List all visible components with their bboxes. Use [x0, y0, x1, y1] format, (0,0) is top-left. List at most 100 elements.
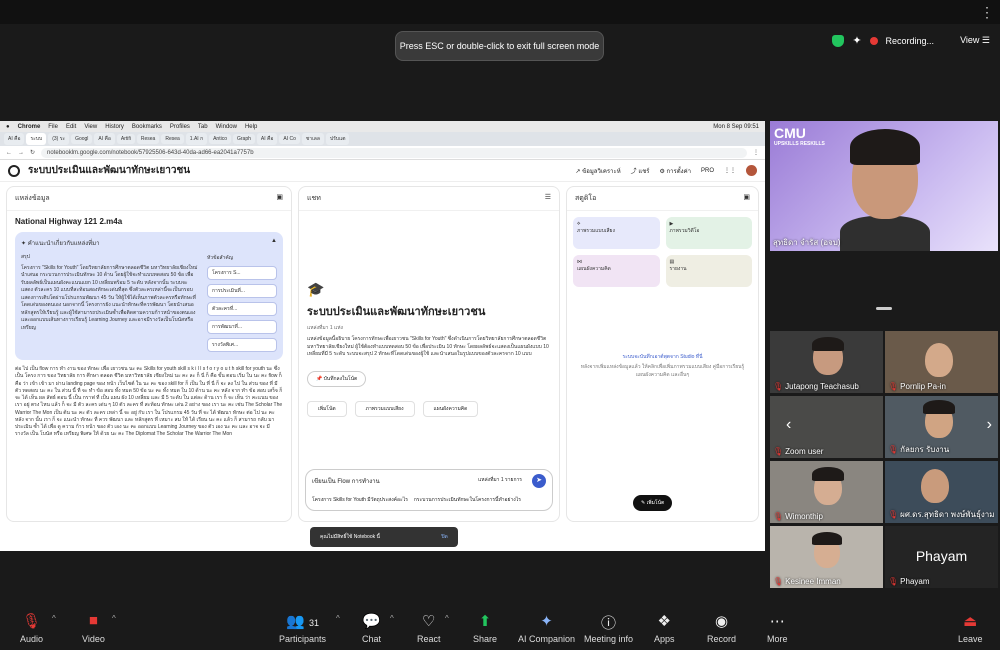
participant-tile[interactable]: ‹ 🎙 Zoom user — [770, 396, 883, 458]
video-button[interactable]: ■ Video — [82, 612, 105, 644]
suggested-question[interactable]: กระบวนการประเมินทักษะในโครงการนี้ทำอย่าง… — [414, 496, 521, 504]
mind-map-card[interactable]: ⋈ แผนผังความคิด — [573, 255, 660, 287]
menu-help[interactable]: Help — [245, 124, 257, 130]
participants-options-caret[interactable]: ^ — [336, 614, 340, 623]
menu-view[interactable]: View — [84, 124, 97, 130]
browser-tab[interactable]: ปรับแต — [325, 133, 350, 145]
browser-tab[interactable]: Resea — [136, 134, 160, 144]
menu-history[interactable]: History — [105, 124, 124, 130]
video-options-caret[interactable]: ^ — [112, 614, 116, 623]
avatar[interactable] — [746, 165, 757, 176]
browser-tab[interactable]: Resea — [161, 134, 184, 144]
back-icon[interactable]: ← — [6, 150, 12, 156]
gallery-prev-icon[interactable]: ‹ — [786, 416, 791, 434]
guide-toggle[interactable]: ✦ คำแนะนำเกี่ยวกับแหล่งที่มา — [21, 238, 99, 248]
add-note-button[interactable]: ✎ เพิ่มโน้ต — [633, 495, 673, 511]
menu-file[interactable]: File — [48, 124, 58, 130]
forward-icon[interactable]: → — [18, 150, 24, 156]
participants-button[interactable]: 👥 31 Participants — [279, 612, 326, 644]
share-button[interactable]: ⤴ แชร์ — [631, 166, 650, 176]
suggested-question[interactable]: โครงการ Skills for Youth มีวัตถุประสงค์อ… — [312, 496, 408, 504]
meeting-info-button[interactable]: ⓘ Meeting info — [584, 612, 633, 644]
topic-chip[interactable]: รางวัลพิเศ... — [207, 338, 277, 352]
video-overview-card[interactable]: ▶ ภาพรวมวิดีโอ — [665, 217, 752, 249]
participant-tile[interactable]: 🎙 Pornlip Pa-in — [885, 331, 998, 393]
app-name[interactable]: Chrome — [18, 124, 41, 130]
browser-tab[interactable]: Artifi — [116, 134, 135, 144]
ai-companion-icon[interactable]: ✦ — [852, 34, 861, 47]
browser-tab[interactable]: AI คือ — [256, 133, 278, 145]
browser-tab[interactable]: AI Co — [279, 134, 300, 144]
composer-text[interactable]: เขียนเป็น Flow การทำงาน — [312, 479, 380, 485]
topic-chip[interactable]: โครงการ S... — [207, 266, 277, 280]
graduation-cap-icon: 🎓 — [307, 281, 325, 297]
audio-overview-card[interactable]: ⟡ ภาพรวมแบบเสียง — [573, 217, 660, 249]
participant-tile[interactable]: 🎙 Wimonthip — [770, 461, 883, 523]
browser-tab[interactable]: ชาเลล — [301, 133, 324, 145]
apps-button[interactable]: ❖ Apps — [654, 612, 675, 644]
notebook-title[interactable]: ระบบประเมินและพัฒนาทักษะเยาวชน — [28, 163, 190, 178]
settings-button[interactable]: ⚙ การตั้งค่า — [660, 166, 691, 176]
browser-tab[interactable]: (3) ระ — [48, 133, 70, 145]
audio-button[interactable]: 🎙 Audio — [20, 612, 43, 644]
toast-close-button[interactable]: ปิด — [441, 534, 447, 540]
browser-tab[interactable]: Googl — [71, 134, 93, 144]
leave-button[interactable]: ⏏ Leave — [958, 612, 983, 644]
more-options-icon[interactable]: ⋮ — [980, 4, 994, 21]
collapse-panel-icon[interactable]: ▣ — [743, 193, 750, 204]
browser-tab-active[interactable]: ระบบ — [26, 133, 47, 145]
mind-map-chip[interactable]: แผนผังความคิด — [422, 400, 479, 417]
apple-icon[interactable]: ● — [6, 124, 10, 130]
collapse-panel-icon[interactable]: ▣ — [276, 193, 283, 204]
share-button[interactable]: ⬆ Share — [473, 612, 497, 644]
participant-tile[interactable]: 🎙 Jutapong Teachasub — [770, 331, 883, 393]
report-card[interactable]: ▤ รายงาน — [665, 255, 752, 287]
tune-icon[interactable]: ☰ — [545, 193, 551, 204]
react-options-caret[interactable]: ^ — [445, 614, 449, 623]
browser-tab[interactable]: 1.AI ก — [185, 133, 208, 145]
audio-overview-chip[interactable]: ภาพรวมแบบเสียง — [354, 400, 415, 417]
topic-chip[interactable]: การพัฒนาที่... — [207, 320, 277, 334]
extensions-icon[interactable]: ⋮ — [753, 149, 759, 156]
participant-tile[interactable]: 🎙 ผศ.ดร.สุทธิดา พงษ์พันธุ์งาม — [885, 461, 998, 523]
gallery-scroll-indicator[interactable] — [876, 307, 892, 310]
menu-edit[interactable]: Edit — [66, 124, 76, 130]
reload-icon[interactable]: ↻ — [30, 149, 35, 156]
audio-options-caret[interactable]: ^ — [52, 614, 56, 623]
react-button[interactable]: ♡ React — [417, 612, 441, 644]
chevron-up-icon[interactable]: ▲ — [271, 238, 277, 248]
participant-tile[interactable]: › 🎙 กัลยกร รับงาน — [885, 396, 998, 458]
banner-text: Press ESC or double-click to exit full s… — [399, 41, 600, 51]
save-to-note-button[interactable]: 📌 บันทึกลงในโน้ต — [307, 370, 367, 387]
browser-tab[interactable]: AI คือ — [94, 133, 115, 145]
recording-label[interactable]: Recording... — [886, 36, 935, 46]
send-icon[interactable]: ➤ — [532, 474, 546, 488]
view-button[interactable]: View ☰ — [960, 35, 990, 46]
add-note-chip[interactable]: เพิ่มโน้ต — [307, 400, 347, 417]
participant-tile[interactable]: 🎙 Kesinee Imman — [770, 526, 883, 588]
chat-composer[interactable]: เขียนเป็น Flow การทำงาน แหล่งที่มา 1 ราย… — [305, 469, 553, 511]
menu-profiles[interactable]: Profiles — [170, 124, 190, 130]
topic-chip[interactable]: การประเมินที่... — [207, 284, 277, 298]
browser-tab[interactable]: Antico — [209, 134, 231, 144]
notebooklm-logo-icon[interactable] — [8, 164, 20, 177]
menu-tab[interactable]: Tab — [198, 124, 208, 130]
browser-tab[interactable]: AI คือ — [4, 133, 25, 145]
topic-chip[interactable]: ตัวละครที่... — [207, 302, 277, 316]
shield-icon[interactable] — [832, 34, 845, 47]
browser-tab[interactable]: Graph — [233, 134, 255, 144]
apps-grid-icon[interactable]: ⋮⋮ — [724, 167, 736, 174]
participant-tile[interactable]: Phayam 🎙 Phayam — [885, 526, 998, 588]
analytics-button[interactable]: ↗ ข้อมูลวิเคราะห์ — [575, 166, 620, 176]
menu-bookmarks[interactable]: Bookmarks — [132, 124, 162, 130]
address-field[interactable]: notebooklm.google.com/notebook/57925506-… — [41, 147, 747, 158]
active-speaker-tile[interactable]: CMU UPSKILLS RESKILLS สุทธิดา จำรัส (อจบ) — [770, 121, 998, 251]
record-button[interactable]: ◉ Record — [707, 612, 736, 644]
chat-options-caret[interactable]: ^ — [390, 614, 394, 623]
chat-button[interactable]: 💬 Chat — [362, 612, 381, 644]
menu-window[interactable]: Window — [216, 124, 237, 130]
ai-companion-button[interactable]: ✦ AI Companion — [518, 612, 575, 644]
gallery-next-icon[interactable]: › — [987, 416, 992, 434]
more-button[interactable]: ⋯ More — [767, 612, 788, 644]
leave-label: Leave — [958, 634, 983, 644]
